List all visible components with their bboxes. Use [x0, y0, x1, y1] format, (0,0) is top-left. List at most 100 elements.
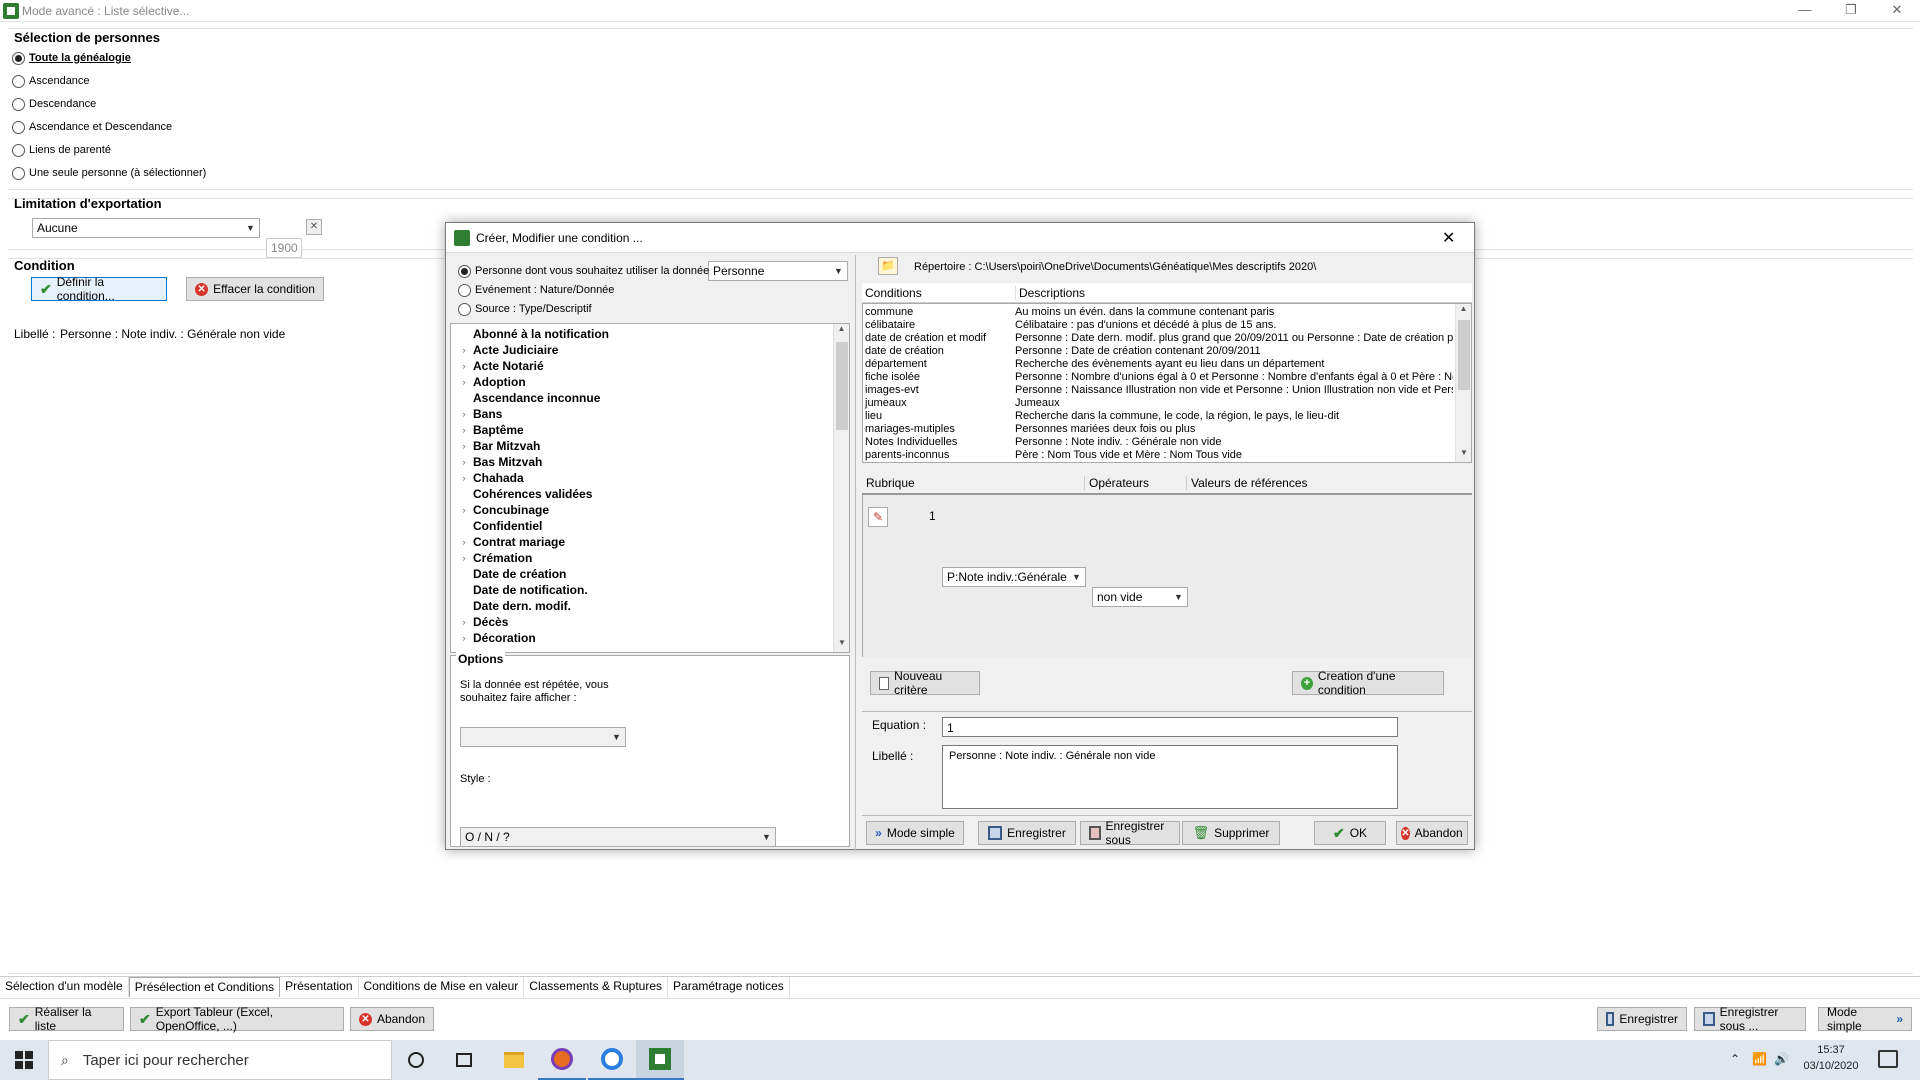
tree-item[interactable]: › Acte Judiciaire — [455, 342, 835, 358]
tree-item[interactable]: Date dern. modif. — [455, 598, 835, 614]
tab-4[interactable]: Classements & Ruptures — [524, 977, 669, 997]
tray-chevron-icon[interactable]: ⌃ — [1730, 1052, 1740, 1066]
mode-simple-button[interactable]: » Mode simple — [866, 821, 964, 845]
expand-chevron-icon[interactable]: › — [455, 409, 473, 419]
selection-option-1[interactable]: Ascendance — [12, 71, 90, 91]
radio-button[interactable] — [458, 302, 471, 316]
tree-item[interactable]: Confidentiel — [455, 518, 835, 534]
creation-condition-button[interactable]: + Creation d'une condition — [1292, 669, 1444, 697]
radio-button[interactable] — [12, 166, 25, 180]
tree-scroll-thumb[interactable] — [836, 342, 848, 430]
tab-3[interactable]: Conditions de Mise en valeur — [359, 977, 525, 997]
style-combo[interactable]: O / N / ? ▼ — [460, 827, 776, 847]
tree-item[interactable]: › Baptême — [455, 422, 835, 438]
condition-row[interactable]: date de création Personne : Date de créat… — [863, 345, 1453, 358]
clear-condition-button[interactable]: ✕ Effacer la condition — [186, 277, 324, 301]
radio-button[interactable] — [458, 283, 471, 297]
geneatique-icon[interactable] — [636, 1040, 684, 1080]
nouveau-critere-button[interactable]: Nouveau critère — [870, 669, 980, 697]
tree-item[interactable]: › Chahada — [455, 470, 835, 486]
tree-item[interactable]: › Contrat mariage — [455, 534, 835, 550]
maximize-icon[interactable]: ❐ — [1828, 0, 1874, 22]
equation-input[interactable]: 1 — [942, 717, 1398, 737]
source-option-2[interactable]: Source : Type/Descriptif — [458, 300, 592, 318]
repeat-combo[interactable]: ▼ — [460, 727, 626, 747]
limitation-combo[interactable]: Aucune ▼ — [32, 218, 260, 238]
tree-item[interactable]: › Acte Notarié — [455, 358, 835, 374]
calendar-icon[interactable]: ✕ — [306, 219, 322, 235]
tree-item[interactable]: › Adoption — [455, 374, 835, 390]
radio-button[interactable] — [458, 264, 471, 278]
dialog-abandon-button[interactable]: ✕ Abandon — [1396, 821, 1468, 845]
libelle-textarea[interactable]: Personne : Note indiv. : Générale non vi… — [942, 745, 1398, 809]
condition-row[interactable]: fiche isolée Personne : Nombre d'unions é… — [863, 371, 1453, 384]
tree-item[interactable]: › Crémation — [455, 550, 835, 566]
tab-2[interactable]: Présentation — [280, 977, 359, 997]
taskbar-search[interactable]: ⌕ Taper ici pour rechercher — [48, 1040, 392, 1080]
radio-button[interactable] — [12, 143, 25, 157]
source-option-0[interactable]: Personne dont vous souhaitez utiliser la… — [458, 262, 709, 280]
expand-chevron-icon[interactable]: › — [455, 361, 473, 371]
radio-button[interactable] — [12, 97, 25, 111]
condition-row[interactable]: département Recherche des évènements ayan… — [863, 358, 1453, 371]
realiser-liste-button[interactable]: ✔ Réaliser la liste — [9, 1005, 124, 1033]
operateur-combo[interactable]: non vide ▼ — [1092, 587, 1188, 607]
minimize-icon[interactable]: — — [1782, 0, 1828, 22]
scroll-up-icon[interactable]: ▲ — [834, 324, 849, 333]
expand-chevron-icon[interactable]: › — [455, 457, 473, 467]
edit-criterion-icon[interactable]: ✎ — [868, 507, 888, 527]
tree-item[interactable]: Abonné à la notification — [455, 326, 835, 342]
tree-scrollbar[interactable]: ▲ ▼ — [833, 324, 849, 652]
tab-1[interactable]: Présélection et Conditions — [128, 977, 281, 997]
ok-button[interactable]: ✔ OK — [1314, 821, 1386, 845]
cortana-icon[interactable] — [392, 1040, 440, 1080]
define-condition-button[interactable]: ✔ Définir la condition... — [31, 275, 167, 303]
scroll-down-icon[interactable]: ▼ — [1456, 448, 1471, 457]
tree-item[interactable]: Date de création — [455, 566, 835, 582]
folder-icon[interactable]: 📁 — [878, 257, 898, 275]
source-combo[interactable]: Personne ▼ — [708, 261, 848, 281]
data-tree[interactable]: Abonné à la notification › Acte Judiciaire… — [450, 323, 850, 653]
condition-row[interactable]: Notes Individuelles Personne : Note indiv… — [863, 436, 1453, 449]
firefox-icon[interactable] — [538, 1040, 586, 1080]
expand-chevron-icon[interactable]: › — [455, 553, 473, 563]
expand-chevron-icon[interactable]: › — [455, 633, 473, 643]
tree-item[interactable]: › Bas Mitzvah — [455, 454, 835, 470]
expand-chevron-icon[interactable]: › — [455, 377, 473, 387]
radio-button[interactable] — [12, 120, 25, 134]
enregistrer-sous-main-button[interactable]: Enregistrer sous ... — [1694, 1005, 1806, 1033]
tab-5[interactable]: Paramétrage notices — [668, 977, 790, 997]
clock[interactable]: 15:37 03/10/2020 — [1796, 1044, 1866, 1072]
expand-chevron-icon[interactable]: › — [455, 537, 473, 547]
tree-item[interactable]: Ascendance inconnue — [455, 390, 835, 406]
mode-simple-main-button[interactable]: Mode simple » — [1818, 1005, 1912, 1033]
browser-icon[interactable] — [588, 1040, 636, 1080]
expand-chevron-icon[interactable]: › — [455, 425, 473, 435]
task-view-icon[interactable] — [440, 1040, 488, 1080]
tree-item[interactable]: › Bans — [455, 406, 835, 422]
rubrique-combo[interactable]: P:Note indiv.:Générale ▼ — [942, 567, 1086, 587]
tree-item[interactable]: Cohérences validées — [455, 486, 835, 502]
condition-row[interactable]: mariages-mutiples Personnes mariées deux … — [863, 423, 1453, 436]
condition-row[interactable]: célibataire Célibataire : pas d'unions et… — [863, 319, 1453, 332]
enregistrer-button[interactable]: Enregistrer — [978, 821, 1076, 845]
selection-option-3[interactable]: Ascendance et Descendance — [12, 117, 172, 137]
selection-option-0[interactable]: Toute la généalogie — [12, 48, 131, 68]
close-icon[interactable]: ✕ — [1874, 0, 1920, 22]
abandon-button[interactable]: ✕ Abandon — [350, 1007, 434, 1031]
conditions-scroll-thumb[interactable] — [1458, 320, 1470, 390]
enregistrer-sous-button[interactable]: Enregistrer sous — [1080, 819, 1180, 847]
expand-chevron-icon[interactable]: › — [455, 345, 473, 355]
tree-item[interactable]: › Décès — [455, 614, 835, 630]
scroll-down-icon[interactable]: ▼ — [834, 638, 849, 647]
export-tableur-button[interactable]: ✔ Export Tableur (Excel, OpenOffice, ...… — [130, 1005, 344, 1033]
condition-row[interactable]: parents-inconnus Père : Nom Tous vide et … — [863, 449, 1453, 462]
conditions-scrollbar[interactable]: ▲ ▼ — [1455, 304, 1471, 462]
condition-row[interactable]: lieu Recherche dans la commune, le code, … — [863, 410, 1453, 423]
enregistrer-main-button[interactable]: Enregistrer — [1597, 1007, 1687, 1031]
volume-icon[interactable]: 🔊 — [1774, 1052, 1789, 1066]
expand-chevron-icon[interactable]: › — [455, 617, 473, 627]
selection-option-2[interactable]: Descendance — [12, 94, 96, 114]
radio-button[interactable] — [12, 51, 25, 65]
condition-row[interactable]: images-evt Personne : Naissance Illustrat… — [863, 384, 1453, 397]
